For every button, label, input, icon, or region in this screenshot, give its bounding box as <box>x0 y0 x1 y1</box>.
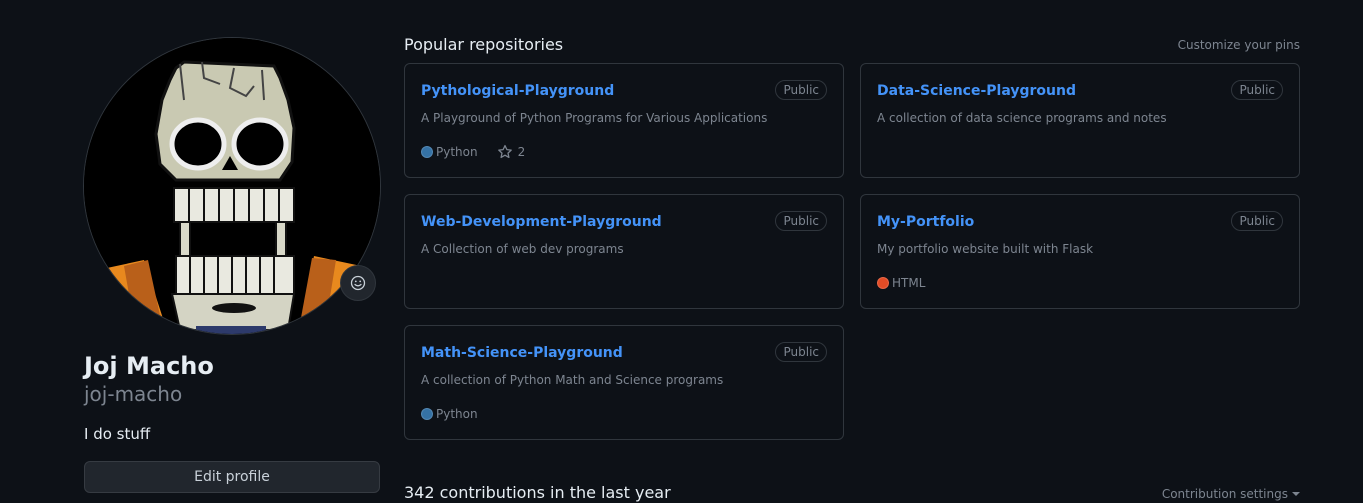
language-color-dot <box>421 408 433 420</box>
star-icon <box>497 144 512 159</box>
repo-meta: Python <box>421 405 478 423</box>
repo-description: My portfolio website built with Flask <box>877 242 1094 256</box>
edit-profile-button[interactable]: Edit profile <box>84 461 380 493</box>
visibility-badge: Public <box>775 80 827 100</box>
avatar-container <box>84 38 380 334</box>
skull-avatar-image <box>84 38 380 334</box>
profile-display-name: Joj Macho <box>84 352 214 380</box>
contributions-heading: 342 contributions in the last year <box>404 483 671 502</box>
visibility-badge: Public <box>1231 80 1283 100</box>
contribution-settings-dropdown[interactable]: Contribution settings <box>1162 485 1300 503</box>
repo-description: A Collection of web dev programs <box>421 242 624 256</box>
repo-language: Python <box>436 407 478 421</box>
repo-description: A collection of Python Math and Science … <box>421 373 724 387</box>
repo-name-link[interactable]: Data-Science-Playground <box>877 81 1076 101</box>
repo-meta: HTML <box>877 274 925 292</box>
repo-description: A Playground of Python Programs for Vari… <box>421 111 768 125</box>
repo-meta: Python 2 <box>421 143 525 161</box>
language-color-dot <box>421 146 433 158</box>
profile-page: Joj Macho joj-macho I do stuff Edit prof… <box>0 0 1363 503</box>
avatar[interactable] <box>84 38 380 334</box>
repo-name-link[interactable]: My-Portfolio <box>877 212 974 232</box>
caret-down-icon <box>1292 492 1300 496</box>
repo-language: HTML <box>892 276 926 290</box>
language-color-dot <box>877 277 889 289</box>
repo-card: Data-Science-Playground Public A collect… <box>860 63 1300 178</box>
star-count: 2 <box>517 145 526 159</box>
popular-repositories-heading: Popular repositories <box>404 35 564 54</box>
visibility-badge: Public <box>775 211 827 231</box>
visibility-badge: Public <box>1231 211 1283 231</box>
repo-language: Python <box>436 145 478 159</box>
visibility-badge: Public <box>775 342 827 362</box>
profile-bio: I do stuff <box>84 425 151 443</box>
repo-name-link[interactable]: Math-Science-Playground <box>421 343 623 363</box>
profile-username: joj-macho <box>84 382 183 406</box>
customize-pins-link[interactable]: Customize your pins <box>1178 36 1300 54</box>
smiley-icon <box>350 275 366 291</box>
contribution-settings-label: Contribution settings <box>1161 487 1288 501</box>
repo-description: A collection of data science programs an… <box>877 111 1167 125</box>
repo-card: My-Portfolio Public My portfolio website… <box>860 194 1300 309</box>
repo-name-link[interactable]: Web-Development-Playground <box>421 212 662 232</box>
repo-card: Math-Science-Playground Public A collect… <box>404 325 844 440</box>
stargazers-link[interactable]: 2 <box>497 143 526 161</box>
repo-card: Pythological-Playground Public A Playgro… <box>404 63 844 178</box>
repo-name-link[interactable]: Pythological-Playground <box>421 81 614 101</box>
repo-card: Web-Development-Playground Public A Coll… <box>404 194 844 309</box>
set-status-button[interactable] <box>340 265 376 301</box>
